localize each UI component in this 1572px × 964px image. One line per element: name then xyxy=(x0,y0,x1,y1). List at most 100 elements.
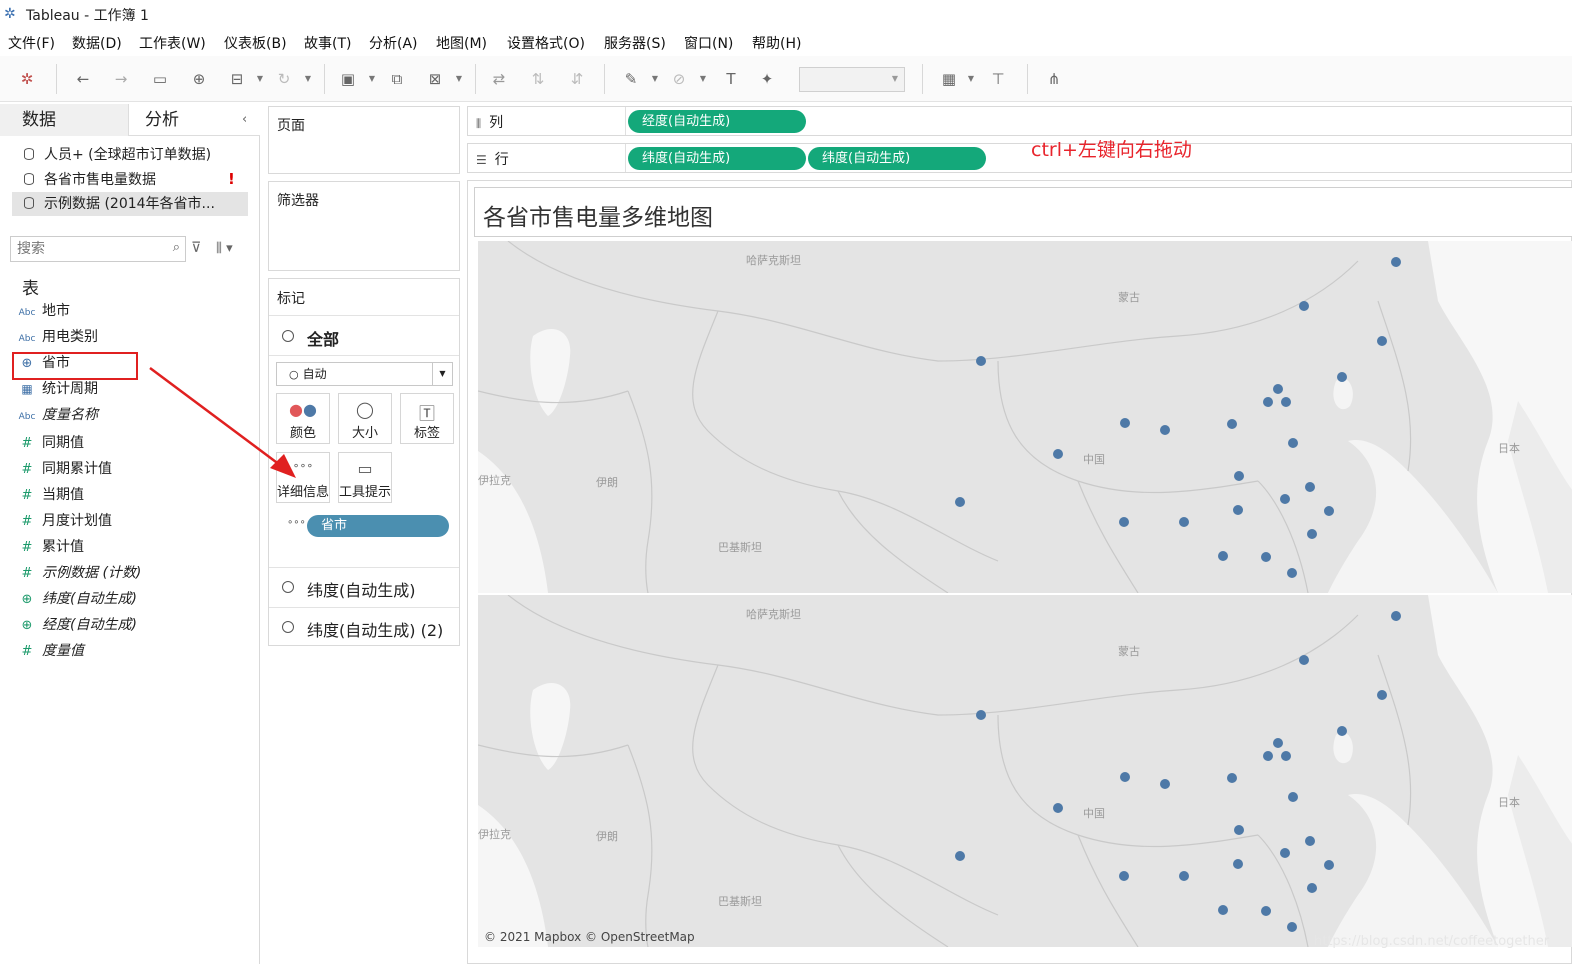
new-datasource-icon[interactable]: ⊕ xyxy=(188,68,210,90)
collapse-pane-icon[interactable]: ‹ xyxy=(242,112,247,127)
datasource-item-selected[interactable]: 示例数据 (2014年各省市... xyxy=(12,192,248,216)
search-input[interactable] xyxy=(11,237,161,261)
field-longitude[interactable]: ⊕ 经度(自动生成) xyxy=(12,612,252,638)
rows-shelf[interactable]: ☰ 行 纬度(自动生成) 纬度(自动生成) xyxy=(467,143,1572,173)
sort-descending-icon[interactable]: ⇵ xyxy=(566,68,588,90)
tab-analysis[interactable]: 分析 xyxy=(128,104,260,136)
show-cards-icon[interactable]: ▦ xyxy=(938,68,960,90)
columns-pill-longitude[interactable]: 经度(自动生成) xyxy=(628,110,806,133)
map-point xyxy=(1288,792,1298,802)
columns-shelf-label: ⫼ 列 xyxy=(476,115,504,131)
menu-server[interactable]: 服务器(S) xyxy=(604,33,666,53)
chevron-down-icon[interactable]: ▼ xyxy=(303,68,313,90)
field-record-count[interactable]: # 示例数据 (计数) xyxy=(12,560,252,586)
tableau-logo-icon: ✲ xyxy=(4,6,16,22)
fix-axes-icon[interactable]: ✦ xyxy=(756,68,778,90)
field-monthly-plan[interactable]: # 月度计划值 xyxy=(12,508,252,534)
map-point xyxy=(1120,418,1130,428)
field-latitude[interactable]: ⊕ 纬度(自动生成) xyxy=(12,586,252,612)
map-point xyxy=(1179,517,1189,527)
fit-dropdown[interactable]: ▼ xyxy=(799,67,905,92)
field-city[interactable]: Abc 地市 xyxy=(12,298,252,324)
show-mark-labels-icon[interactable]: T xyxy=(720,68,742,90)
pages-card[interactable]: 页面 xyxy=(268,106,460,174)
detail-button[interactable]: ∘∘∘ 详细信息 xyxy=(276,452,330,503)
columns-shelf[interactable]: ⫼ 列 经度(自动生成) xyxy=(467,106,1572,136)
menu-window[interactable]: 窗口(N) xyxy=(684,33,733,53)
sort-ascending-icon[interactable]: ⇅ xyxy=(527,68,549,90)
map-point xyxy=(1218,551,1228,561)
tab-data[interactable]: 数据 xyxy=(0,104,128,136)
undo-icon[interactable]: ← xyxy=(72,68,94,90)
field-usage-type[interactable]: Abc 用电类别 xyxy=(12,324,252,350)
field-prior-cumulative[interactable]: # 同期累计值 xyxy=(12,456,252,482)
filters-card[interactable]: 筛选器 xyxy=(268,181,460,271)
map-point xyxy=(1273,738,1283,748)
menu-analysis[interactable]: 分析(A) xyxy=(369,33,418,53)
new-worksheet-icon[interactable]: ▣ xyxy=(337,68,359,90)
field-current-value[interactable]: # 当期值 xyxy=(12,482,252,508)
redo-icon[interactable]: → xyxy=(110,68,132,90)
chevron-down-icon[interactable]: ▼ xyxy=(454,68,464,90)
toolbar-separator xyxy=(604,64,605,94)
warning-icon: ! xyxy=(228,170,235,188)
share-icon[interactable]: ⋔ xyxy=(1043,68,1065,90)
view-title-box[interactable]: 各省市售电量多维地图 xyxy=(474,187,1572,237)
label-button[interactable]: 🅃 标签 xyxy=(400,393,454,444)
menu-dashboard[interactable]: 仪表板(B) xyxy=(224,33,287,53)
menu-file[interactable]: 文件(F) xyxy=(8,33,55,53)
tooltip-button[interactable]: ▭ 工具提示 xyxy=(338,452,392,503)
radio-icon[interactable] xyxy=(282,330,294,342)
chevron-down-icon[interactable]: ▼ xyxy=(255,68,265,90)
duplicate-sheet-icon[interactable]: ⧉ xyxy=(386,68,408,90)
map-point xyxy=(1120,772,1130,782)
datasource-item[interactable]: 各省市售电量数据 xyxy=(12,168,248,192)
menu-worksheet[interactable]: 工作表(W) xyxy=(139,33,206,53)
map-pane-top[interactable]: 哈萨克斯坦 蒙古 中国 伊拉克 伊朗 巴基斯坦 日本 xyxy=(478,241,1572,593)
rows-icon: ☰ xyxy=(476,153,487,167)
search-icon[interactable]: ⌕ xyxy=(173,240,180,255)
size-button[interactable]: ◯ 大小 xyxy=(338,393,392,444)
highlight-icon[interactable]: ✎ xyxy=(620,68,642,90)
marks-layer-latitude[interactable]: 纬度(自动生成) xyxy=(269,567,459,607)
rows-pill-latitude-2[interactable]: 纬度(自动生成) xyxy=(808,147,986,170)
refresh-icon[interactable]: ↻ xyxy=(273,68,295,90)
chevron-down-icon[interactable]: ▼ xyxy=(698,68,708,90)
map-label-iraq: 伊拉克 xyxy=(478,473,511,487)
tableau-home-icon[interactable]: ✲ xyxy=(16,68,38,90)
presentation-mode-icon[interactable]: ⊤ xyxy=(987,68,1009,90)
view-options-icon[interactable]: ⫼ ▾ xyxy=(216,241,233,256)
field-measure-values[interactable]: # 度量值 xyxy=(12,638,252,664)
rows-pill-latitude[interactable]: 纬度(自动生成) xyxy=(628,147,806,170)
clear-sheet-icon[interactable]: ⊠ xyxy=(424,68,446,90)
color-button[interactable]: ●● 颜色 xyxy=(276,393,330,444)
datasource-item[interactable]: 人员+ (全球超市订单数据) xyxy=(12,143,248,167)
menu-help[interactable]: 帮助(H) xyxy=(752,33,801,53)
filter-icon[interactable]: ⊽ xyxy=(191,240,201,256)
toolbar-separator xyxy=(56,64,57,94)
swap-rows-columns-icon[interactable]: ⇄ xyxy=(488,68,510,90)
save-icon[interactable]: ▭ xyxy=(149,68,171,90)
pause-updates-icon[interactable]: ⊟ xyxy=(226,68,248,90)
menu-map[interactable]: 地图(M) xyxy=(436,33,487,53)
menu-data[interactable]: 数据(D) xyxy=(72,33,122,53)
detail-pill-province[interactable]: 省市 xyxy=(307,515,449,537)
mark-type-dropdown[interactable]: ○ 自动 ▼ xyxy=(276,362,453,386)
field-prior-period-value[interactable]: # 同期值 xyxy=(12,430,252,456)
field-measure-names[interactable]: Abc 度量名称 xyxy=(12,402,252,428)
map-point xyxy=(1280,494,1290,504)
marks-layer-all[interactable]: 全部 xyxy=(269,315,459,355)
chevron-down-icon[interactable]: ▼ xyxy=(367,68,377,90)
menu-format[interactable]: 设置格式(O) xyxy=(507,33,585,53)
radio-icon[interactable] xyxy=(282,621,294,633)
field-cumulative[interactable]: # 累计值 xyxy=(12,534,252,560)
chevron-down-icon[interactable]: ▼ xyxy=(966,68,976,90)
map-point xyxy=(1233,859,1243,869)
map-pane-bottom[interactable]: 哈萨克斯坦 蒙古 中国 伊拉克 伊朗 巴基斯坦 日本 xyxy=(478,595,1572,947)
menu-story[interactable]: 故事(T) xyxy=(304,33,351,53)
marks-layer-latitude-2[interactable]: 纬度(自动生成) (2) xyxy=(269,607,459,647)
chevron-down-icon[interactable]: ▼ xyxy=(650,68,660,90)
group-members-icon[interactable]: ⊘ xyxy=(668,68,690,90)
field-search[interactable]: ⌕ xyxy=(10,236,186,262)
radio-icon[interactable] xyxy=(282,581,294,593)
